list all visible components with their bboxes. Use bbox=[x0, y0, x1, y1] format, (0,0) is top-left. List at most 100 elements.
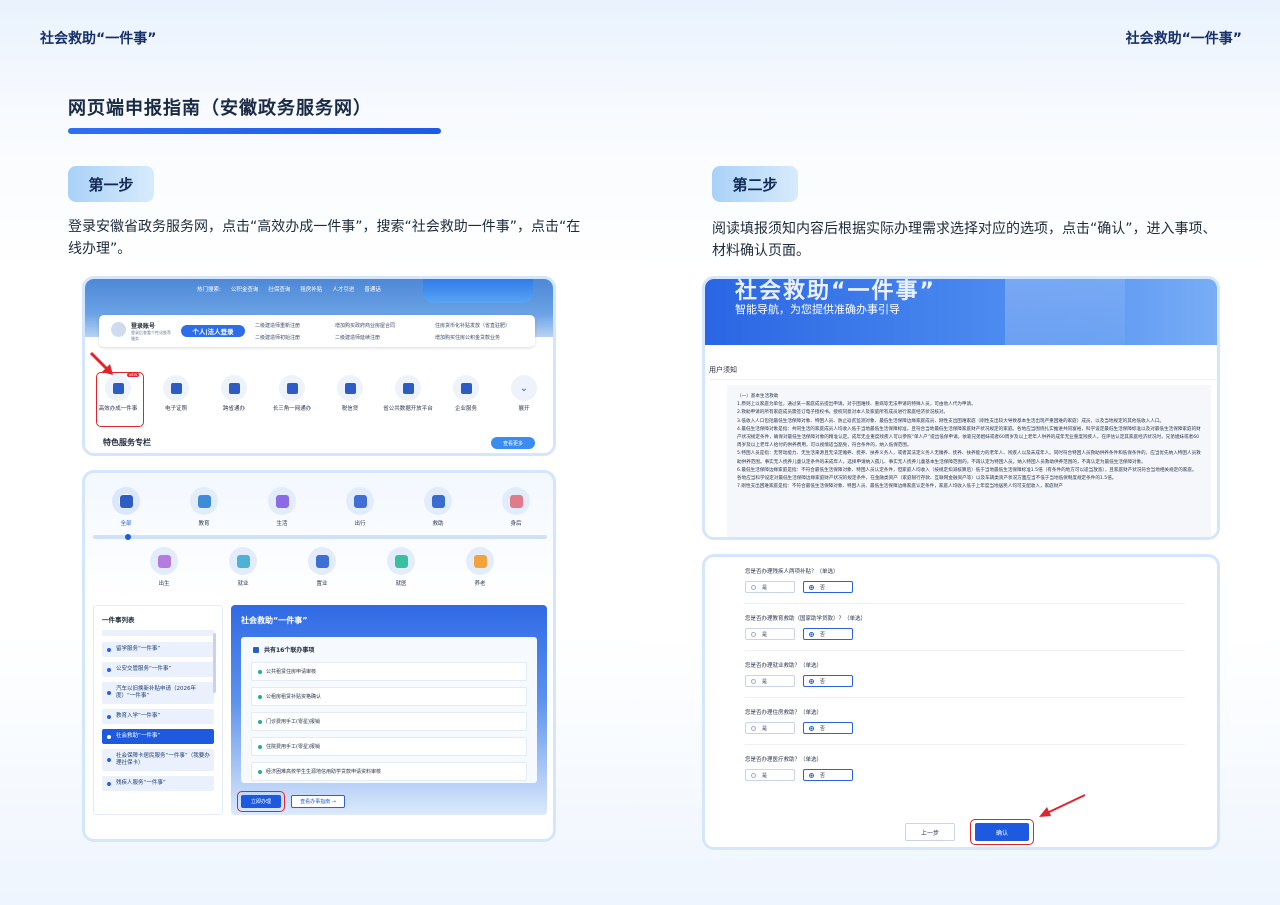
service-yrd[interactable]: 长三角一网通办 bbox=[265, 375, 319, 413]
question-list: 您是否办理残疾人两项补贴？（单选） 是 否 您是否办理教育救助（国家助学贷款）？… bbox=[745, 567, 1185, 791]
bullet-icon bbox=[107, 734, 111, 739]
category-travel[interactable]: 出行 bbox=[335, 487, 385, 527]
document-icon bbox=[163, 375, 189, 401]
nav-link[interactable]: 租房补贴 bbox=[300, 285, 322, 293]
monitor-icon bbox=[221, 375, 247, 401]
quick-link[interactable]: 增加购买住房公积金贷款业务 bbox=[435, 334, 529, 341]
quick-link[interactable]: 二级建造师重新注册 bbox=[255, 322, 300, 329]
prev-step-button[interactable]: 上一步 bbox=[905, 823, 955, 841]
house-icon bbox=[308, 547, 336, 575]
radio-icon bbox=[809, 584, 814, 590]
divider bbox=[745, 603, 1185, 604]
list-item[interactable]: 公安交管服务“一件事” bbox=[102, 662, 214, 677]
category-medical[interactable]: 就医 bbox=[376, 547, 426, 587]
option-no-selected[interactable]: 否 bbox=[803, 675, 853, 687]
category-employment[interactable]: 就业 bbox=[218, 547, 268, 587]
linked-items-box: 共有16个联办事项 公共租赁住房申请审核 公租房租赁补贴资格确认 门诊费用手工(… bbox=[241, 637, 537, 783]
service-enterprise[interactable]: 企业服务 bbox=[439, 375, 493, 413]
option-yes[interactable]: 是 bbox=[745, 628, 795, 640]
login-sub: 登录后查看个性化推荐服务 bbox=[131, 330, 171, 341]
login-link[interactable]: 登录账号 bbox=[131, 321, 155, 330]
quick-link[interactable]: 增加购买政府商业房屋合同 bbox=[335, 322, 395, 329]
category-property[interactable]: 置业 bbox=[297, 547, 347, 587]
category-elderly[interactable]: 养老 bbox=[455, 547, 505, 587]
list-scrollbar[interactable] bbox=[213, 633, 216, 693]
category-after-death[interactable]: 身后 bbox=[491, 487, 541, 527]
question-options: 是 否 bbox=[745, 581, 1185, 593]
notice-text-box[interactable]: （一）基本生活救助 1.原则上以家庭为单位，通过某一家庭成员提出申请。对于困难残… bbox=[727, 385, 1211, 537]
category-relief[interactable]: 救助 bbox=[413, 487, 463, 527]
category-education[interactable]: 教育 bbox=[179, 487, 229, 527]
list-item[interactable]: 汽车以旧换新补贴申请（2026年度）“一件事” bbox=[102, 682, 214, 704]
portal-banner-art bbox=[423, 279, 533, 303]
view-guide-button[interactable]: 查看办事指南 → bbox=[291, 795, 345, 808]
notice-title: 用户须知 bbox=[709, 366, 737, 374]
quick-link[interactable]: 二级建造师初始注册 bbox=[255, 334, 300, 341]
divider bbox=[745, 697, 1185, 698]
quick-link[interactable]: 二级建造师延续注册 bbox=[335, 334, 380, 341]
category-life[interactable]: 生活 bbox=[257, 487, 307, 527]
list-item[interactable]: 教育入学“一件事” bbox=[102, 709, 214, 724]
bullet-icon bbox=[107, 758, 111, 762]
nav-link[interactable]: 普通话 bbox=[364, 285, 381, 293]
linked-item[interactable]: 公租房租赁补贴资格确认 bbox=[251, 687, 527, 706]
option-no-selected[interactable]: 否 bbox=[803, 628, 853, 640]
step-1-tag: 第一步 bbox=[68, 166, 154, 202]
radio-icon bbox=[751, 584, 756, 590]
grid-icon bbox=[112, 487, 140, 515]
count-row: 共有16个联办事项 bbox=[241, 637, 537, 662]
list-item-selected[interactable]: 社会救助“一件事” bbox=[102, 729, 214, 744]
list-item[interactable]: 留学服务“一件事” bbox=[102, 642, 214, 657]
question-options: 是 否 bbox=[745, 628, 1185, 640]
service-tax-credit[interactable]: 税信贷 bbox=[323, 375, 377, 413]
list-icon bbox=[253, 646, 259, 653]
step-1-desc: 登录安徽省政务服务网，点击“高效办成一件事”，搜索“社会救助一件事”，点击“在线… bbox=[68, 219, 581, 257]
quick-link[interactable]: 住房货币化补贴发放（省直驻肥） bbox=[435, 322, 529, 329]
service-open-data[interactable]: 省公共数据开放平台 bbox=[381, 375, 435, 413]
elderly-icon bbox=[466, 547, 494, 575]
nav-link[interactable]: 人才引进 bbox=[332, 285, 354, 293]
bullet-icon bbox=[107, 714, 111, 719]
option-yes[interactable]: 是 bbox=[745, 581, 795, 593]
notice-line: （一）基本生活救助 bbox=[737, 394, 779, 399]
linked-item[interactable]: 住院费用手工(零星)报销 bbox=[251, 737, 527, 756]
bullet-icon bbox=[107, 781, 111, 786]
document-icon bbox=[502, 487, 530, 515]
bullet-icon bbox=[258, 669, 262, 674]
portal-login-button[interactable]: 个人|法人登录 bbox=[181, 325, 245, 337]
option-no-selected[interactable]: 否 bbox=[803, 581, 853, 593]
one-thing-detail-panel: 社会救助“一件事” 共有16个联办事项 公共租赁住房申请审核 公租房租赁补贴资格… bbox=[231, 605, 547, 815]
view-more-button[interactable]: 查看更多 bbox=[491, 437, 535, 449]
option-yes[interactable]: 是 bbox=[745, 675, 795, 687]
option-yes[interactable]: 是 bbox=[745, 722, 795, 734]
life-icon bbox=[268, 487, 296, 515]
one-thing-list-panel: 一件事列表 留学服务“一件事” 公安交管服务“一件事” 汽车以旧换新补贴申请（2… bbox=[93, 605, 223, 815]
category-row-2: 出生 就业 置业 就医 养老 bbox=[139, 547, 505, 587]
option-yes[interactable]: 是 bbox=[745, 769, 795, 781]
category-birth[interactable]: 出生 bbox=[139, 547, 189, 587]
radio-icon bbox=[809, 678, 814, 684]
title-underline bbox=[68, 128, 441, 134]
linked-item[interactable]: 门诊费用手工(零星)报销 bbox=[251, 712, 527, 731]
option-no-selected[interactable]: 否 bbox=[803, 769, 853, 781]
service-cross-province[interactable]: 跨省通办 bbox=[207, 375, 261, 413]
nav-link[interactable]: 社保查询 bbox=[268, 285, 290, 293]
linked-item[interactable]: 公共租赁住房申请审核 bbox=[251, 662, 527, 681]
notice-line: 4.最低生活保障对象是指：共同生活的家庭成员人均收入低于当地最低生活保障标准，且… bbox=[737, 426, 1201, 449]
list-item[interactable]: 社会保障卡居民服务“一件事”（我要办理社保卡） bbox=[102, 749, 214, 771]
nav-link[interactable]: 公积金查询 bbox=[231, 285, 259, 293]
bullet-icon bbox=[258, 769, 262, 774]
header-left: 社会救助“一件事” bbox=[40, 31, 157, 47]
new-badge: NEW bbox=[127, 373, 140, 377]
category-all[interactable]: 全部 bbox=[101, 487, 151, 527]
red-arrow-icon bbox=[89, 351, 113, 375]
notice-line: 6.最低生活保障边缘家庭是指：不符合最低生活保障对象、特困人员认定条件，但家庭人… bbox=[737, 467, 1197, 482]
service-expand[interactable]: ⌄ 展开 bbox=[497, 375, 551, 413]
linked-item[interactable]: 经济困难高校学生生源地信用助学贷款申请资料审核 bbox=[251, 762, 527, 781]
person-icon bbox=[337, 375, 363, 401]
notice-body: 用户须知 （一）基本生活救助 1.原则上以家庭为单位，通过某一家庭成员提出申请。… bbox=[709, 345, 1217, 537]
option-no-selected[interactable]: 否 bbox=[803, 722, 853, 734]
banner-subtitle: 智能导航，为您提供准确办事引导 bbox=[735, 303, 900, 316]
list-item[interactable]: 残疾人服务“一件事” bbox=[102, 776, 214, 791]
service-e-license[interactable]: 电子证照 bbox=[149, 375, 203, 413]
